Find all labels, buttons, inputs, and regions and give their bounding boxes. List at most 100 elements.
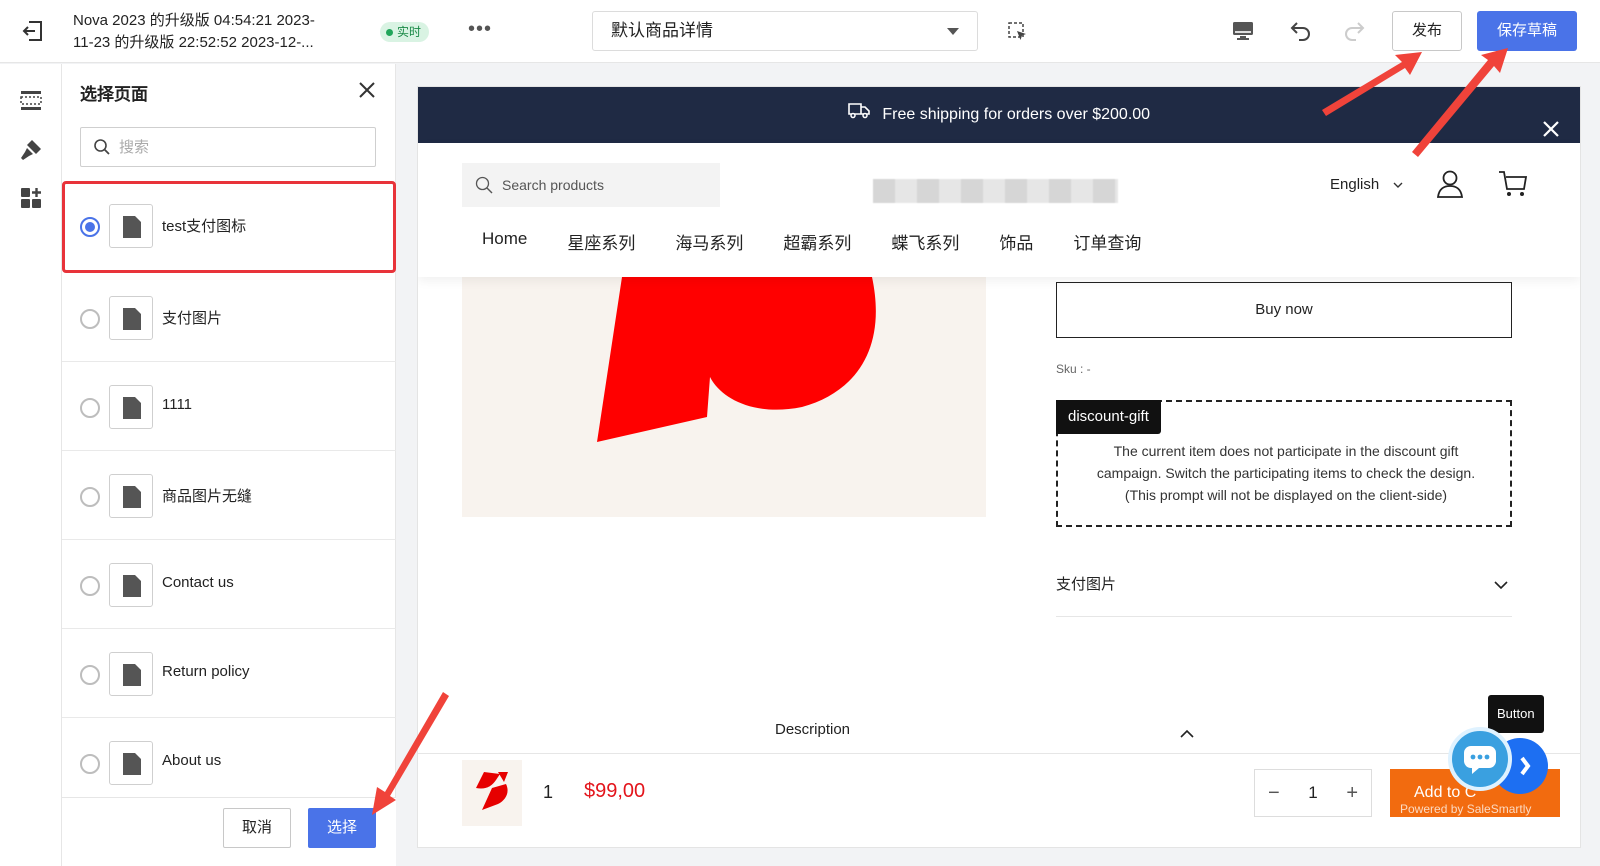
discount-gift-block[interactable]: discount-gift The current item does not … bbox=[1056, 400, 1512, 527]
live-dot-icon bbox=[386, 28, 393, 36]
sku-text: Sku : - bbox=[1056, 362, 1091, 376]
radio-selected[interactable] bbox=[80, 217, 100, 237]
discount-gift-message: The current item does not participate in… bbox=[1072, 440, 1500, 506]
truck-icon bbox=[848, 87, 870, 143]
undo-icon[interactable] bbox=[1289, 18, 1313, 42]
editor-left-rail bbox=[0, 64, 62, 866]
radio-unselected[interactable] bbox=[80, 576, 100, 596]
chevron-down-icon bbox=[947, 28, 959, 35]
page-template-value: 默认商品详情 bbox=[611, 21, 713, 40]
language-selector[interactable]: English bbox=[1330, 176, 1403, 193]
nav-item-seahorse[interactable]: 海马系列 bbox=[675, 229, 743, 254]
nav-item-accessories[interactable]: 饰品 bbox=[999, 229, 1033, 254]
product-image[interactable] bbox=[462, 277, 986, 517]
theme-title: Nova 2023 的升级版 04:54:21 2023- 11-23 的升级版… bbox=[73, 10, 363, 54]
page-document-icon bbox=[109, 563, 153, 607]
nav-item-home[interactable]: Home bbox=[482, 229, 527, 254]
page-item-pay-image[interactable]: 支付图片 bbox=[62, 273, 396, 362]
page-item-1111[interactable]: 1111 bbox=[62, 362, 396, 451]
radio-unselected[interactable] bbox=[80, 309, 100, 329]
panel-footer: 取消 选择 bbox=[62, 797, 396, 866]
live-status-badge: 实时 bbox=[380, 22, 430, 42]
chevron-down-icon bbox=[1494, 577, 1508, 595]
radio-unselected[interactable] bbox=[80, 665, 100, 685]
store-logo[interactable] bbox=[873, 179, 1118, 203]
page-item-label: 1111 bbox=[162, 396, 193, 413]
radio-unselected[interactable] bbox=[80, 754, 100, 774]
save-draft-button[interactable]: 保存草稿 bbox=[1477, 11, 1577, 51]
sticky-quantity: 1 bbox=[543, 782, 554, 802]
radio-unselected[interactable] bbox=[80, 487, 100, 507]
account-icon[interactable] bbox=[1436, 169, 1464, 204]
chevron-down-icon bbox=[1393, 176, 1403, 193]
close-icon[interactable] bbox=[1542, 106, 1560, 137]
gift-message-line1: The current item does not participate in… bbox=[1113, 443, 1459, 459]
page-item-label: Return policy bbox=[162, 663, 250, 680]
apps-add-icon[interactable] bbox=[19, 186, 43, 210]
nav-item-order-lookup[interactable]: 订单查询 bbox=[1073, 229, 1141, 254]
theme-title-line1: Nova 2023 的升级版 04:54:21 2023- bbox=[73, 12, 315, 29]
nav-item-butterfly[interactable]: 蝶飞系列 bbox=[891, 229, 959, 254]
search-icon bbox=[475, 176, 493, 197]
sections-icon[interactable] bbox=[19, 88, 43, 112]
element-select-icon[interactable] bbox=[1008, 22, 1028, 42]
discount-gift-tag: discount-gift bbox=[1056, 400, 1161, 434]
page-item-label: 商品图片无缝 bbox=[162, 488, 253, 505]
select-page-panel: 选择页面 test支付图标 支付图片 1111 商品图片无缝 bbox=[62, 64, 396, 866]
theme-style-brush-icon[interactable] bbox=[19, 138, 43, 162]
panel-title: 选择页面 bbox=[80, 85, 148, 104]
editor-topbar: Nova 2023 的升级版 04:54:21 2023- 11-23 的升级版… bbox=[0, 0, 1600, 63]
buy-now-button[interactable]: Buy now bbox=[1056, 282, 1512, 338]
announcement-bar: Free shipping for orders over $200.00 bbox=[418, 87, 1580, 143]
chevron-up-icon[interactable] bbox=[1180, 725, 1194, 743]
nav-item-constellation[interactable]: 星座系列 bbox=[567, 229, 635, 254]
page-item-contact-us[interactable]: Contact us bbox=[62, 540, 396, 629]
redo-icon[interactable] bbox=[1342, 18, 1366, 42]
live-status-label: 实时 bbox=[397, 25, 422, 39]
accordion-title: 支付图片 bbox=[1056, 576, 1117, 593]
page-search-field[interactable] bbox=[80, 127, 376, 167]
page-document-icon bbox=[109, 204, 153, 248]
page-item-return-policy[interactable]: Return policy bbox=[62, 629, 396, 718]
page-item-label: 支付图片 bbox=[162, 310, 223, 327]
main-navigation: Home 星座系列 海马系列 超霸系列 蝶飞系列 饰品 订单查询 bbox=[482, 229, 1141, 254]
more-options-icon[interactable]: ••• bbox=[468, 18, 492, 41]
pay-image-accordion[interactable]: 支付图片 bbox=[1056, 547, 1512, 617]
button-tooltip: Button bbox=[1488, 695, 1544, 733]
cart-icon[interactable] bbox=[1498, 169, 1528, 204]
publish-button[interactable]: 发布 bbox=[1392, 11, 1462, 51]
storefront-preview: Free shipping for orders over $200.00 Se… bbox=[418, 87, 1580, 847]
live-chat-icon[interactable] bbox=[1448, 727, 1512, 791]
exit-editor-icon[interactable] bbox=[20, 18, 46, 44]
page-item-seamless-images[interactable]: 商品图片无缝 bbox=[62, 451, 396, 540]
page-list: test支付图标 支付图片 1111 商品图片无缝 Contact us Ret… bbox=[62, 181, 396, 807]
theme-title-line2: 11-23 的升级版 22:52:52 2023-12-... bbox=[73, 34, 314, 51]
choose-button[interactable]: 选择 bbox=[308, 808, 376, 848]
page-search-input[interactable] bbox=[119, 136, 359, 158]
quantity-stepper: − 1 + bbox=[1254, 769, 1372, 817]
powered-by-text: Powered by SaleSmartly bbox=[1400, 802, 1532, 816]
page-item-test-pay-icon[interactable]: test支付图标 bbox=[62, 181, 396, 273]
search-icon bbox=[93, 138, 111, 156]
cancel-button[interactable]: 取消 bbox=[223, 808, 291, 848]
gift-message-line3: (This prompt will not be displayed on th… bbox=[1124, 487, 1448, 503]
sticky-price: $99,00 bbox=[584, 780, 646, 802]
page-item-about-us[interactable]: About us bbox=[62, 718, 396, 807]
page-template-select[interactable]: 默认商品详情 bbox=[592, 11, 978, 51]
product-thumbnail bbox=[462, 760, 522, 826]
plus-icon[interactable]: + bbox=[1346, 782, 1358, 805]
description-tab[interactable]: Description bbox=[775, 721, 850, 738]
store-search-placeholder: Search products bbox=[502, 177, 604, 193]
sticky-add-to-cart-bar: 1 $99,00 − 1 + Add to C Powered by SaleS… bbox=[418, 753, 1580, 847]
close-icon[interactable] bbox=[358, 81, 376, 99]
page-document-icon bbox=[109, 652, 153, 696]
store-search-field[interactable]: Search products bbox=[462, 163, 720, 207]
store-header: Search products English Home 星座系列 海马系列 超… bbox=[418, 143, 1580, 277]
gift-message-line2: campaign. Switch the participating items… bbox=[1096, 465, 1476, 481]
desktop-preview-icon[interactable] bbox=[1232, 20, 1254, 42]
minus-icon[interactable]: − bbox=[1268, 782, 1280, 805]
nav-item-superb[interactable]: 超霸系列 bbox=[783, 229, 851, 254]
quantity-value[interactable]: 1 bbox=[1308, 783, 1317, 803]
page-document-icon bbox=[109, 385, 153, 429]
radio-unselected[interactable] bbox=[80, 398, 100, 418]
